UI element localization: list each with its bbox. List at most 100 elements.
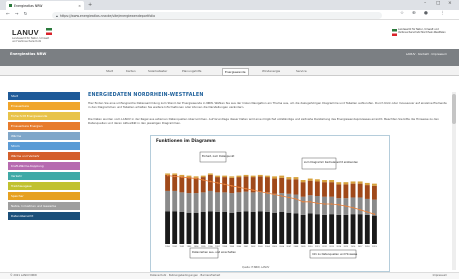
bar-segment[interactable]	[257, 191, 263, 212]
footer-links[interactable]: Datenschutz · Nutzungsbedingungen · Barr…	[150, 274, 220, 277]
bar-segment[interactable]	[215, 192, 220, 212]
bar-segment[interactable]	[279, 177, 285, 194]
bar-segment[interactable]	[165, 211, 170, 244]
line-point[interactable]	[188, 177, 190, 179]
trend-line[interactable]	[167, 175, 375, 215]
bar-segment[interactable]	[357, 214, 363, 244]
bar-segment[interactable]	[293, 213, 299, 244]
bar-segment[interactable]	[322, 214, 327, 244]
sidebar-item-datenuebersicht[interactable]: Datenübersicht	[8, 212, 80, 220]
sidebar-item-strom[interactable]: Strom	[8, 142, 80, 150]
bar-segment[interactable]	[307, 195, 313, 214]
line-point[interactable]	[302, 201, 304, 203]
bar-segment[interactable]	[364, 214, 370, 244]
address-bar[interactable]: 🔒︎ https://www.energieatlas.nrw.de/site/…	[52, 12, 382, 19]
bar-segment[interactable]	[229, 193, 235, 213]
profile-icon[interactable]: ●	[424, 11, 428, 16]
footer-impressum[interactable]: Impressum	[433, 274, 447, 277]
bar-segment[interactable]	[372, 215, 377, 244]
bar-segment[interactable]	[200, 192, 206, 212]
bar-segment[interactable]	[336, 184, 342, 199]
line-point[interactable]	[173, 175, 176, 178]
bar-segment[interactable]	[372, 199, 377, 216]
bar-segment[interactable]	[222, 192, 228, 212]
line-point[interactable]	[337, 203, 340, 206]
bar-segment[interactable]	[357, 181, 363, 184]
bar-segment[interactable]	[286, 179, 292, 194]
bar-segment[interactable]	[364, 185, 370, 199]
line-point[interactable]	[345, 205, 347, 207]
bar-segment[interactable]	[243, 191, 249, 212]
bar-segment[interactable]	[236, 192, 242, 212]
maximize-icon[interactable]: □	[436, 1, 440, 6]
bar-segment[interactable]	[236, 175, 242, 178]
bar-segment[interactable]	[193, 193, 199, 213]
bar-segment[interactable]	[350, 183, 356, 198]
bar-segment[interactable]	[222, 212, 228, 244]
energy-chart[interactable]: 1990 1991 1992 1993 1994 1995 1996 1997 1998 1999…	[152, 146, 388, 270]
line-point[interactable]	[238, 186, 240, 189]
bar-segment[interactable]	[229, 212, 235, 244]
bar-segment[interactable]	[236, 212, 242, 244]
bar-segment[interactable]	[322, 180, 327, 183]
bar-segment[interactable]	[322, 182, 327, 197]
bar-segment[interactable]	[222, 175, 228, 178]
sidebar-item-kwk[interactable]: Kraft-Wärme-Kopplung	[8, 162, 80, 170]
bar-segment[interactable]	[186, 177, 192, 194]
bar-segment[interactable]	[265, 212, 270, 244]
bar-segment[interactable]	[364, 182, 370, 186]
star-icon[interactable]: ☆	[400, 11, 404, 16]
bar-segment[interactable]	[372, 185, 377, 200]
line-point[interactable]	[373, 213, 376, 215]
bar-segment[interactable]	[286, 212, 292, 244]
bar-segment[interactable]	[265, 175, 270, 178]
sidebar-item-erneuerbare[interactable]: Erneuerbare	[8, 102, 80, 110]
tab-start[interactable]: Start	[104, 68, 115, 74]
line-point[interactable]	[330, 203, 333, 205]
bar-segment[interactable]	[193, 177, 199, 194]
line-point[interactable]	[273, 193, 276, 196]
bar-segment[interactable]	[336, 214, 342, 244]
bar-segment[interactable]	[286, 177, 292, 180]
bar-segment[interactable]	[272, 178, 277, 194]
bar-segment[interactable]	[193, 176, 199, 178]
bar-segment[interactable]	[372, 183, 377, 186]
sidebar-item-erneuerbare-energien[interactable]: Erneuerbare Energien	[8, 122, 80, 130]
bar-segment[interactable]	[293, 194, 299, 214]
bar-segment[interactable]	[186, 193, 192, 213]
bar-segment[interactable]	[279, 175, 285, 178]
sidebar-item-treibhausgase[interactable]: Treibhausgase	[8, 182, 80, 190]
bar-segment[interactable]	[257, 176, 263, 192]
bar-segment[interactable]	[257, 174, 263, 177]
bar-segment[interactable]	[350, 214, 356, 244]
bar-segment[interactable]	[236, 177, 242, 193]
tab-windenergie[interactable]: Windenergie	[260, 68, 282, 74]
bar-segment[interactable]	[300, 196, 306, 215]
close-tab-icon[interactable]: ×	[78, 4, 81, 8]
line-point[interactable]	[309, 201, 312, 203]
line-point[interactable]	[181, 176, 183, 178]
brand-title[interactable]: Energieatlas NRW	[10, 52, 46, 56]
bar-segment[interactable]	[300, 214, 306, 244]
bar-segment[interactable]	[179, 192, 185, 212]
bar-segment[interactable]	[322, 196, 327, 215]
site-logo[interactable]: LANUV	[12, 28, 39, 37]
bar-segment[interactable]	[207, 211, 213, 244]
line-point[interactable]	[202, 179, 205, 181]
bar-segment[interactable]	[265, 192, 270, 212]
bar-segment[interactable]	[357, 197, 363, 215]
bar-segment[interactable]	[250, 192, 256, 212]
back-icon[interactable]: ←	[6, 12, 10, 17]
close-window-icon[interactable]: ×	[448, 1, 452, 6]
bar-segment[interactable]	[357, 183, 363, 198]
bar-segment[interactable]	[165, 173, 170, 175]
new-tab-icon[interactable]: +	[88, 2, 92, 8]
bar-segment[interactable]	[179, 176, 185, 193]
line-point[interactable]	[323, 203, 326, 205]
chart-source[interactable]: Quelle: IT.NRW, LANUV	[242, 266, 270, 269]
bar-segment[interactable]	[207, 174, 213, 191]
bar-segment[interactable]	[229, 176, 235, 178]
bar-segment[interactable]	[207, 190, 213, 212]
reload-icon[interactable]: ↻	[24, 12, 28, 17]
bar-segment[interactable]	[307, 178, 313, 181]
